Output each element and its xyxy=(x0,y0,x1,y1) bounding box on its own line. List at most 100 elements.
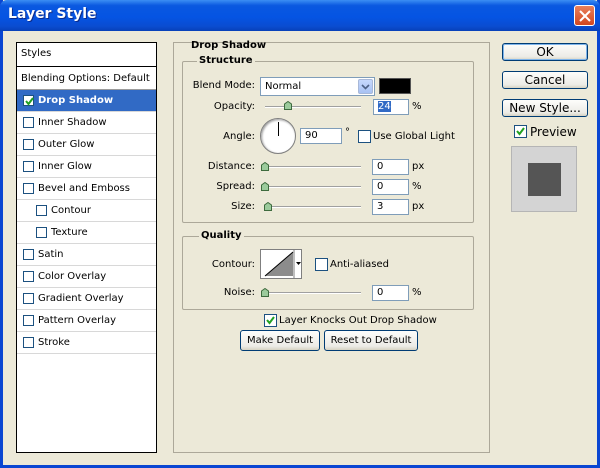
style-item-checkbox[interactable] xyxy=(36,205,47,216)
new-style-button[interactable]: New Style... xyxy=(502,99,588,117)
style-item[interactable]: Gradient Overlay xyxy=(17,288,156,310)
noise-input[interactable]: 0 xyxy=(372,285,409,301)
spread-slider-thumb[interactable] xyxy=(261,182,269,191)
style-item-checkbox[interactable] xyxy=(23,315,34,326)
style-item[interactable]: Inner Glow xyxy=(17,156,156,178)
opacity-slider-track[interactable] xyxy=(265,106,361,108)
opacity-unit: % xyxy=(412,101,422,112)
style-item-label: Inner Glow xyxy=(38,161,92,172)
close-button[interactable] xyxy=(574,5,595,26)
style-item[interactable]: Contour xyxy=(17,200,156,222)
blending-options-item[interactable]: Blending Options: Default xyxy=(17,68,156,90)
style-item[interactable]: Stroke xyxy=(17,332,156,354)
opacity-slider-thumb[interactable] xyxy=(284,101,292,110)
distance-unit: px xyxy=(412,161,425,172)
noise-slider-track[interactable] xyxy=(265,292,361,294)
quality-legend: Quality xyxy=(199,230,244,241)
make-default-button[interactable]: Make Default xyxy=(240,330,320,351)
style-item[interactable]: Satin xyxy=(17,244,156,266)
structure-legend: Structure xyxy=(197,55,255,66)
style-item[interactable]: Texture xyxy=(17,222,156,244)
shadow-color-swatch[interactable] xyxy=(379,78,411,94)
preview-sample xyxy=(528,163,561,196)
preview-label[interactable]: Preview xyxy=(530,125,577,139)
size-slider-track[interactable] xyxy=(265,206,361,208)
preview-checkbox[interactable] xyxy=(514,125,527,138)
panel-title: Drop Shadow xyxy=(191,40,267,51)
caret-down-icon xyxy=(296,262,301,265)
opacity-input[interactable]: 24 xyxy=(373,99,409,115)
distance-label: Distance: xyxy=(207,161,255,172)
checkmark-icon xyxy=(516,127,525,136)
style-item-label: Color Overlay xyxy=(38,271,107,282)
style-item[interactable]: Inner Shadow xyxy=(17,112,156,134)
angle-unit: ° xyxy=(345,127,350,138)
style-item[interactable]: Drop Shadow xyxy=(17,90,156,112)
contour-picker[interactable] xyxy=(260,249,302,279)
angle-dial[interactable] xyxy=(260,118,296,154)
title-bar[interactable]: Layer Style xyxy=(0,0,600,31)
use-global-light-label[interactable]: Use Global Light xyxy=(373,131,455,142)
contour-label: Contour: xyxy=(211,259,255,270)
style-item[interactable]: Color Overlay xyxy=(17,266,156,288)
knockout-checkbox[interactable] xyxy=(264,314,277,327)
style-item-checkbox[interactable] xyxy=(23,161,34,172)
style-item-label: Pattern Overlay xyxy=(38,315,117,326)
style-item-checkbox[interactable] xyxy=(36,227,47,238)
spread-label: Spread: xyxy=(216,181,255,192)
size-label: Size: xyxy=(231,201,255,212)
style-item-checkbox[interactable] xyxy=(23,337,34,348)
noise-slider-thumb[interactable] xyxy=(261,288,269,297)
styles-header[interactable]: Styles xyxy=(17,43,156,67)
close-icon xyxy=(579,10,591,22)
style-item-label: Satin xyxy=(38,249,64,260)
style-item-checkbox[interactable] xyxy=(23,249,34,260)
anti-aliased-checkbox[interactable] xyxy=(315,258,328,271)
style-item-checkbox[interactable] xyxy=(23,271,34,282)
noise-unit: % xyxy=(412,287,422,298)
preview-thumbnail xyxy=(511,146,577,212)
style-item[interactable]: Outer Glow xyxy=(17,134,156,156)
distance-slider-thumb[interactable] xyxy=(261,162,269,171)
spread-slider-track[interactable] xyxy=(265,186,361,188)
layer-style-dialog: Layer Style Styles Blending Options: Def… xyxy=(0,0,600,468)
angle-input[interactable]: 90 xyxy=(300,128,342,144)
style-item-label: Outer Glow xyxy=(38,139,95,150)
blend-mode-select[interactable]: Normal xyxy=(260,77,375,96)
knockout-label[interactable]: Layer Knocks Out Drop Shadow xyxy=(279,315,437,326)
style-item-label: Stroke xyxy=(38,337,70,348)
reset-to-default-button[interactable]: Reset to Default xyxy=(324,330,418,351)
style-item-checkbox[interactable] xyxy=(23,183,34,194)
size-input[interactable]: 3 xyxy=(372,199,409,215)
chevron-down-icon xyxy=(358,79,373,94)
opacity-label: Opacity: xyxy=(213,101,255,112)
style-item[interactable]: Bevel and Emboss xyxy=(17,178,156,200)
distance-slider-track[interactable] xyxy=(265,166,361,168)
style-item-checkbox[interactable] xyxy=(23,139,34,150)
distance-input[interactable]: 0 xyxy=(372,159,409,175)
angle-dial-needle xyxy=(278,122,279,136)
use-global-light-checkbox[interactable] xyxy=(358,130,371,143)
style-item-checkbox[interactable] xyxy=(23,117,34,128)
styles-list: Styles Blending Options: Default Drop Sh… xyxy=(16,42,157,453)
opacity-value: 24 xyxy=(378,101,391,112)
angle-label: Angle: xyxy=(223,131,255,142)
window-title: Layer Style xyxy=(8,6,97,22)
style-item-checkbox[interactable] xyxy=(23,293,34,304)
style-item[interactable]: Pattern Overlay xyxy=(17,310,156,332)
style-item-label: Drop Shadow xyxy=(38,95,114,106)
cancel-button[interactable]: Cancel xyxy=(502,71,588,89)
blend-mode-label: Blend Mode: xyxy=(192,80,255,91)
style-item-label: Contour xyxy=(51,205,91,216)
quality-group xyxy=(182,236,474,310)
spread-input[interactable]: 0 xyxy=(372,179,409,195)
contour-curve-icon xyxy=(264,250,301,278)
anti-aliased-label[interactable]: Anti-aliased xyxy=(330,259,389,270)
ok-button[interactable]: OK xyxy=(502,43,588,61)
style-item-checkbox[interactable] xyxy=(23,95,34,106)
size-unit: px xyxy=(412,201,425,212)
style-item-label: Texture xyxy=(51,227,88,238)
noise-label: Noise: xyxy=(223,287,255,298)
style-item-label: Inner Shadow xyxy=(38,117,107,128)
size-slider-thumb[interactable] xyxy=(264,202,272,211)
